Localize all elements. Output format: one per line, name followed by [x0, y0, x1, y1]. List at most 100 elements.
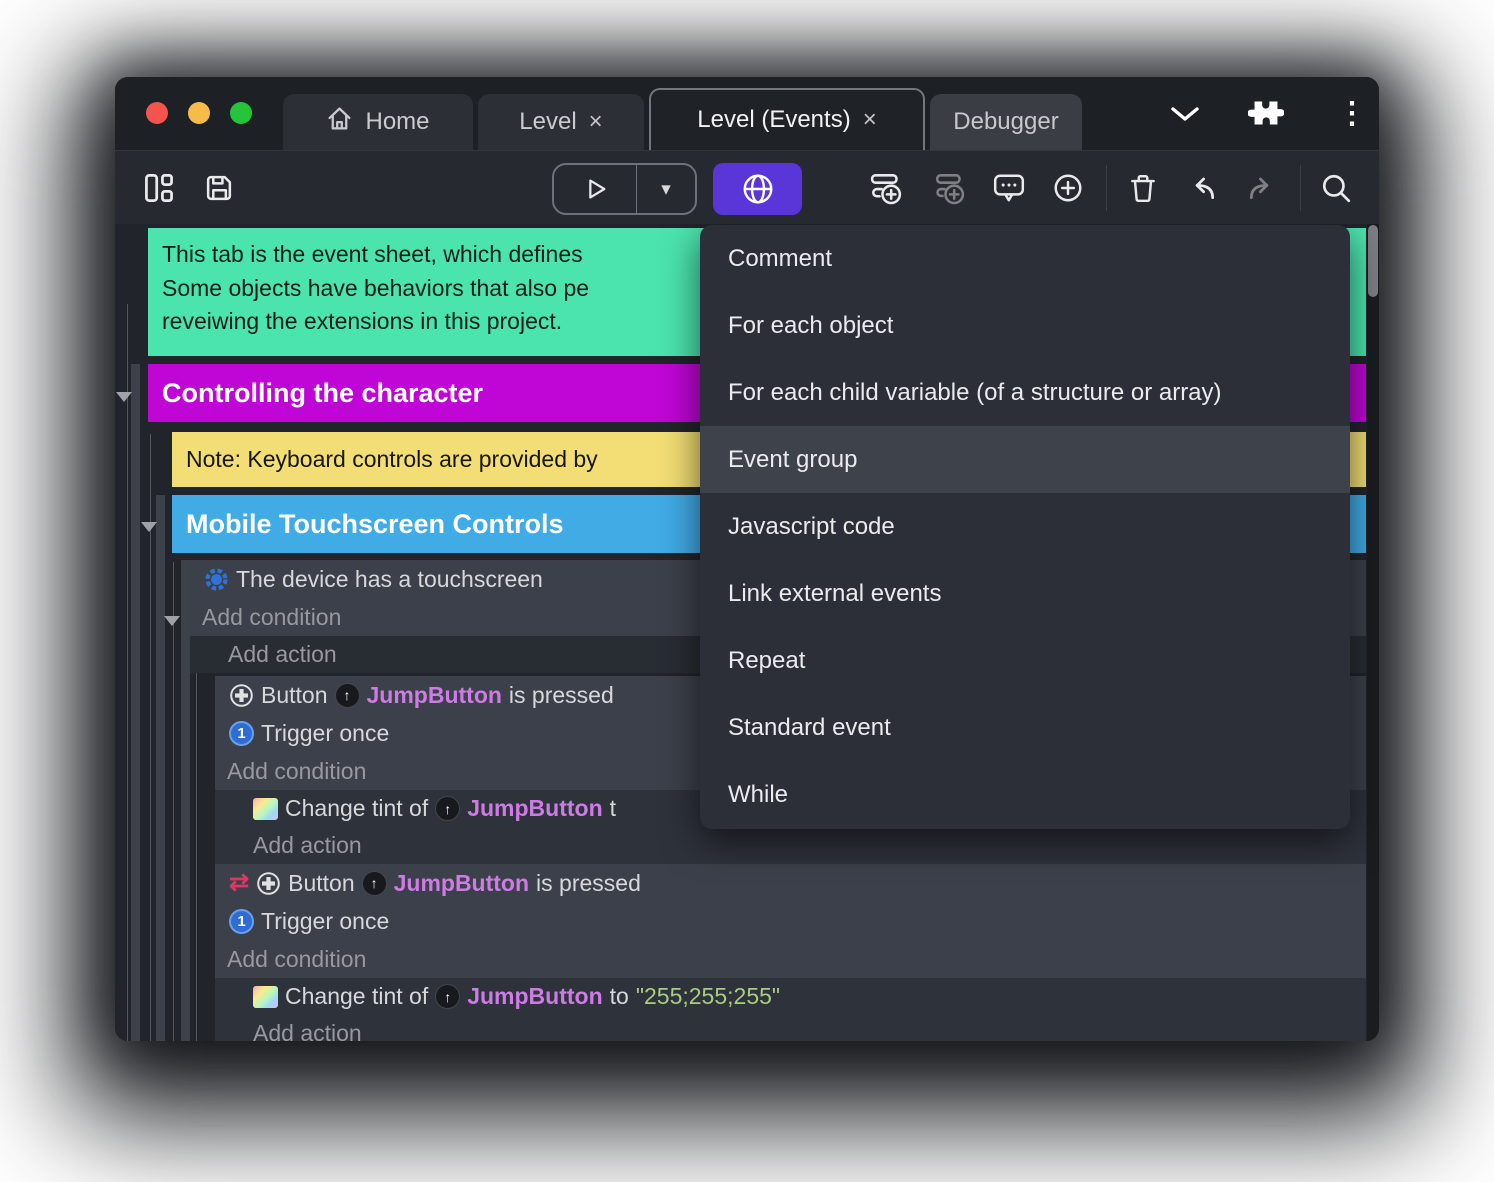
tab-label: Home — [365, 108, 430, 135]
indent-guide — [196, 654, 197, 1041]
close-icon[interactable]: × — [863, 108, 877, 132]
condition-suffix: is pressed — [508, 681, 614, 708]
screenshot-stage: Home Level × Level (Events) × Debugger ⋮… — [0, 0, 1494, 1182]
caret-down-icon: ▾ — [661, 178, 671, 200]
menu-item-comment[interactable]: Comment — [700, 225, 1350, 292]
redo-icon[interactable] — [1246, 172, 1278, 204]
tint-palette-icon — [253, 985, 278, 1008]
condition-text: The device has a touchscreen — [236, 565, 543, 592]
touch-gear-icon — [205, 567, 228, 591]
browse-globe-button[interactable] — [713, 163, 802, 215]
tab-debugger[interactable]: Debugger — [930, 94, 1082, 150]
indent-guide — [127, 304, 128, 1041]
condition-row[interactable]: ⇄ Button ↑ JumpButton is pressed — [215, 864, 1366, 902]
delete-trash-icon[interactable] — [1127, 172, 1159, 204]
toolbar: ▾ — [115, 150, 1379, 225]
menu-item-javascript-code[interactable]: Javascript code — [700, 493, 1350, 560]
collapse-arrow[interactable] — [116, 392, 132, 402]
up-arrow-badge-icon: ↑ — [334, 682, 360, 708]
indent-guide — [173, 562, 174, 1041]
play-options-dropdown[interactable]: ▾ — [637, 165, 695, 213]
action-text: to — [609, 983, 629, 1009]
scrollbar-thumb[interactable] — [1368, 225, 1378, 297]
menu-item-event-group[interactable]: Event group — [700, 426, 1350, 493]
menu-kebab-icon[interactable]: ⋮ — [1337, 99, 1367, 129]
tint-value: "255;255;255" — [635, 983, 781, 1009]
collapse-arrow[interactable] — [141, 522, 157, 532]
condition-text: Trigger once — [261, 907, 390, 934]
add-subevent-icon[interactable] — [933, 171, 969, 205]
event-block-jumpbutton-2: ⇄ Button ↑ JumpButton is pressed 1 Trigg… — [215, 864, 1366, 1041]
action-row[interactable]: Change tint of ↑ JumpButton to "255;255;… — [215, 978, 1366, 1015]
gamepad-button-icon — [257, 871, 280, 895]
instance-name: JumpButton — [467, 795, 603, 821]
save-icon[interactable] — [203, 172, 235, 204]
menu-item-repeat[interactable]: Repeat — [700, 627, 1350, 694]
home-icon — [326, 105, 353, 139]
tab-level[interactable]: Level × — [478, 94, 644, 150]
condition-suffix: is pressed — [536, 869, 641, 896]
trigger-once-icon: 1 — [229, 908, 254, 934]
note-text: Note: Keyboard controls are provided by — [186, 446, 598, 472]
add-action-link[interactable]: Add action — [215, 1015, 1366, 1041]
tab-label: Level (Events) — [697, 106, 851, 133]
menu-item-standard-event[interactable]: Standard event — [700, 694, 1350, 761]
up-arrow-badge-icon: ↑ — [435, 796, 461, 821]
menu-item-for-each-object[interactable]: For each object — [700, 292, 1350, 359]
tab-bar: Home Level × Level (Events) × Debugger — [283, 88, 1082, 150]
condition-text: Trigger once — [261, 719, 390, 746]
menu-item-link-external-events[interactable]: Link external events — [700, 560, 1350, 627]
up-arrow-badge-icon: ↑ — [361, 870, 387, 896]
search-icon[interactable] — [1320, 172, 1352, 204]
action-text: Change tint of — [285, 983, 429, 1009]
globe-icon — [743, 174, 772, 204]
add-plus-circle-icon[interactable] — [1052, 172, 1084, 204]
menu-item-for-each-child-variable[interactable]: For each child variable (of a structure … — [700, 359, 1350, 426]
group-margin-bar — [131, 364, 140, 1041]
app-window: Home Level × Level (Events) × Debugger ⋮… — [115, 77, 1379, 1041]
tab-home[interactable]: Home — [283, 94, 473, 150]
tint-palette-icon — [253, 797, 278, 820]
action-text: Change tint of — [285, 795, 429, 821]
object-label: Button — [288, 869, 355, 896]
layout-panels-icon[interactable] — [143, 172, 175, 204]
tab-label: Debugger — [953, 108, 1059, 135]
add-action-link[interactable]: Add action — [215, 827, 1366, 864]
add-event-context-menu: Comment For each object For each child v… — [700, 225, 1350, 829]
group-title: Mobile Touchscreen Controls — [186, 508, 564, 539]
toolbar-separator — [1106, 165, 1107, 211]
comment-icon[interactable] — [992, 172, 1026, 204]
group-title: Controlling the character — [162, 377, 484, 408]
undo-icon[interactable] — [1186, 172, 1218, 204]
titlebar: Home Level × Level (Events) × Debugger ⋮ — [115, 77, 1379, 150]
menu-item-while[interactable]: While — [700, 761, 1350, 828]
collapse-arrow[interactable] — [164, 616, 180, 626]
instance-name: JumpButton — [467, 983, 603, 1009]
instance-name: JumpButton — [366, 681, 502, 708]
tab-label: Level — [519, 108, 577, 135]
up-arrow-badge-icon: ↑ — [435, 984, 461, 1009]
group-margin-bar — [181, 560, 190, 1041]
object-label: Button — [261, 681, 328, 708]
condition-row[interactable]: 1 Trigger once — [215, 902, 1366, 940]
traffic-close-button[interactable] — [146, 102, 168, 124]
invert-condition-icon: ⇄ — [229, 869, 250, 896]
traffic-minimize-button[interactable] — [188, 102, 210, 124]
close-icon[interactable]: × — [589, 110, 603, 134]
gamepad-button-icon — [230, 683, 253, 707]
chevron-down-icon[interactable] — [1169, 105, 1201, 128]
event-sheet: This tab is the event sheet, which defin… — [115, 224, 1379, 1041]
play-button[interactable] — [554, 165, 636, 213]
toolbar-separator — [1300, 165, 1301, 211]
add-condition-link[interactable]: Add condition — [215, 940, 1366, 978]
preview-button-group: ▾ — [552, 163, 697, 215]
tab-level-events[interactable]: Level (Events) × — [649, 88, 925, 150]
trigger-once-icon: 1 — [229, 720, 254, 746]
vertical-scrollbar — [1367, 224, 1379, 1041]
traffic-zoom-button[interactable] — [230, 102, 252, 124]
action-text-tail: t — [609, 795, 617, 821]
group-margin-bar — [156, 495, 165, 1041]
addons-puzzle-icon[interactable] — [1247, 97, 1285, 134]
instance-name: JumpButton — [393, 869, 530, 896]
add-event-icon[interactable] — [870, 171, 906, 205]
